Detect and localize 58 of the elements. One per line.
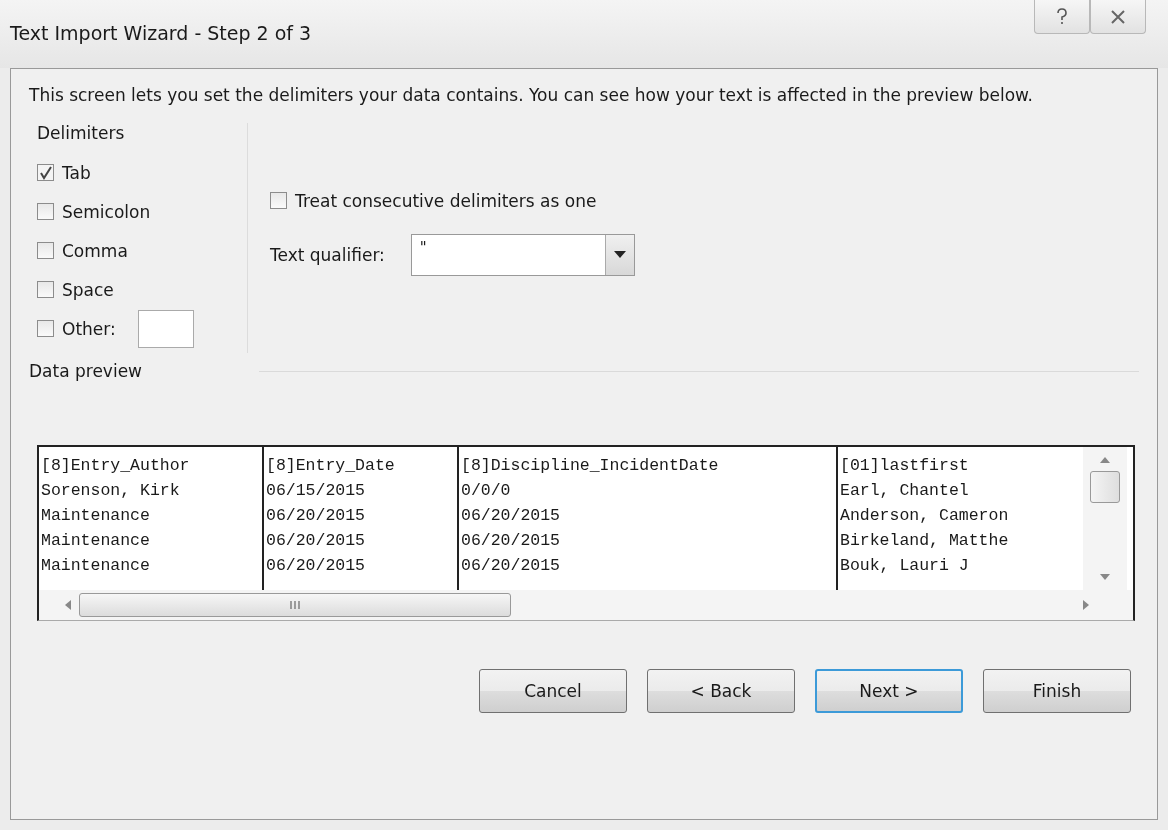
close-icon xyxy=(1110,9,1126,24)
dropdown-button[interactable] xyxy=(604,235,634,275)
preview-cell-text: [8]Discipline_IncidentDate xyxy=(460,455,720,477)
preview-cell-text: Bouk, Lauri J xyxy=(839,555,970,577)
checkbox[interactable] xyxy=(270,192,287,209)
preview-cell-text: 06/20/2015 xyxy=(265,505,367,527)
checkbox[interactable] xyxy=(37,203,54,220)
checkbox-label[interactable]: Semicolon xyxy=(62,201,151,222)
checkbox[interactable] xyxy=(37,281,54,298)
checkbox-label[interactable]: Treat consecutive delimiters as one xyxy=(295,190,597,211)
preview-cell-text: 06/20/2015 xyxy=(460,555,562,577)
caret-icon xyxy=(613,251,626,259)
scroll-up-icon[interactable] xyxy=(1100,457,1110,463)
preview-cell-text: 06/20/2015 xyxy=(460,530,562,552)
qualifier-dropdown[interactable]: " xyxy=(410,234,635,276)
horizontal-scrollbar[interactable] xyxy=(39,590,1133,620)
dialog-button[interactable]: Next > xyxy=(815,669,963,713)
preview-cell-text: Maintenance xyxy=(40,505,151,527)
vertical-scrollbar[interactable] xyxy=(1083,447,1127,590)
checkbox-label[interactable]: Comma xyxy=(62,240,128,261)
description-text: This screen lets you set the delimiters your data contains. You can see how your text is affected in the preview below. xyxy=(29,84,1034,107)
dialog-button[interactable]: Finish xyxy=(983,669,1131,713)
scroll-left-icon[interactable] xyxy=(65,600,71,610)
preview-cell-text: 06/15/2015 xyxy=(265,480,367,502)
section-label: Data preview xyxy=(29,361,143,381)
preview-cell-text: 06/20/2015 xyxy=(265,530,367,552)
preview-cell-text: [8]Entry_Date xyxy=(265,455,396,477)
scroll-thumb[interactable] xyxy=(79,593,511,617)
checkbox[interactable] xyxy=(37,242,54,259)
checkbox-label[interactable]: Tab xyxy=(62,162,91,183)
preview-cell-text: [01]lastfirst xyxy=(839,455,970,477)
checkbox-label[interactable]: Space xyxy=(62,279,114,300)
preview-cell-text: [8]Entry_Author xyxy=(40,455,191,477)
help-button[interactable] xyxy=(1034,0,1090,34)
preview-cell-text: Earl, Chantel xyxy=(839,480,970,502)
field-label: Text qualifier: xyxy=(270,245,385,265)
checkbox[interactable] xyxy=(37,320,54,337)
checkbox-label[interactable]: Other: xyxy=(62,318,116,339)
input-field[interactable] xyxy=(137,309,194,348)
grip-icon xyxy=(290,601,300,609)
group-label: Delimiters xyxy=(37,123,126,143)
preview-cell-text: Birkeland, Matthe xyxy=(839,530,1010,552)
scroll-down-icon[interactable] xyxy=(1100,574,1110,580)
dialog-button[interactable]: < Back xyxy=(647,669,795,713)
preview-cell-text: 06/20/2015 xyxy=(460,505,562,527)
preview-cell-text: Sorenson, Kirk xyxy=(40,480,181,502)
scroll-right-icon[interactable] xyxy=(1083,600,1089,610)
scroll-thumb[interactable] xyxy=(1090,471,1120,503)
dialog-button[interactable]: Cancel xyxy=(479,669,627,713)
preview-cell-text: Anderson, Cameron xyxy=(839,505,1010,527)
preview-cell-text: 0/0/0 xyxy=(460,480,512,502)
close-button[interactable] xyxy=(1090,0,1146,34)
preview-cell-text: Maintenance xyxy=(40,530,151,552)
help-icon xyxy=(1055,7,1069,26)
preview-cell-text: Maintenance xyxy=(40,555,151,577)
checkbox[interactable] xyxy=(37,164,54,181)
preview-cell-text: 06/20/2015 xyxy=(265,555,367,577)
window-title: Text Import Wizard - Step 2 of 3 xyxy=(10,22,312,44)
